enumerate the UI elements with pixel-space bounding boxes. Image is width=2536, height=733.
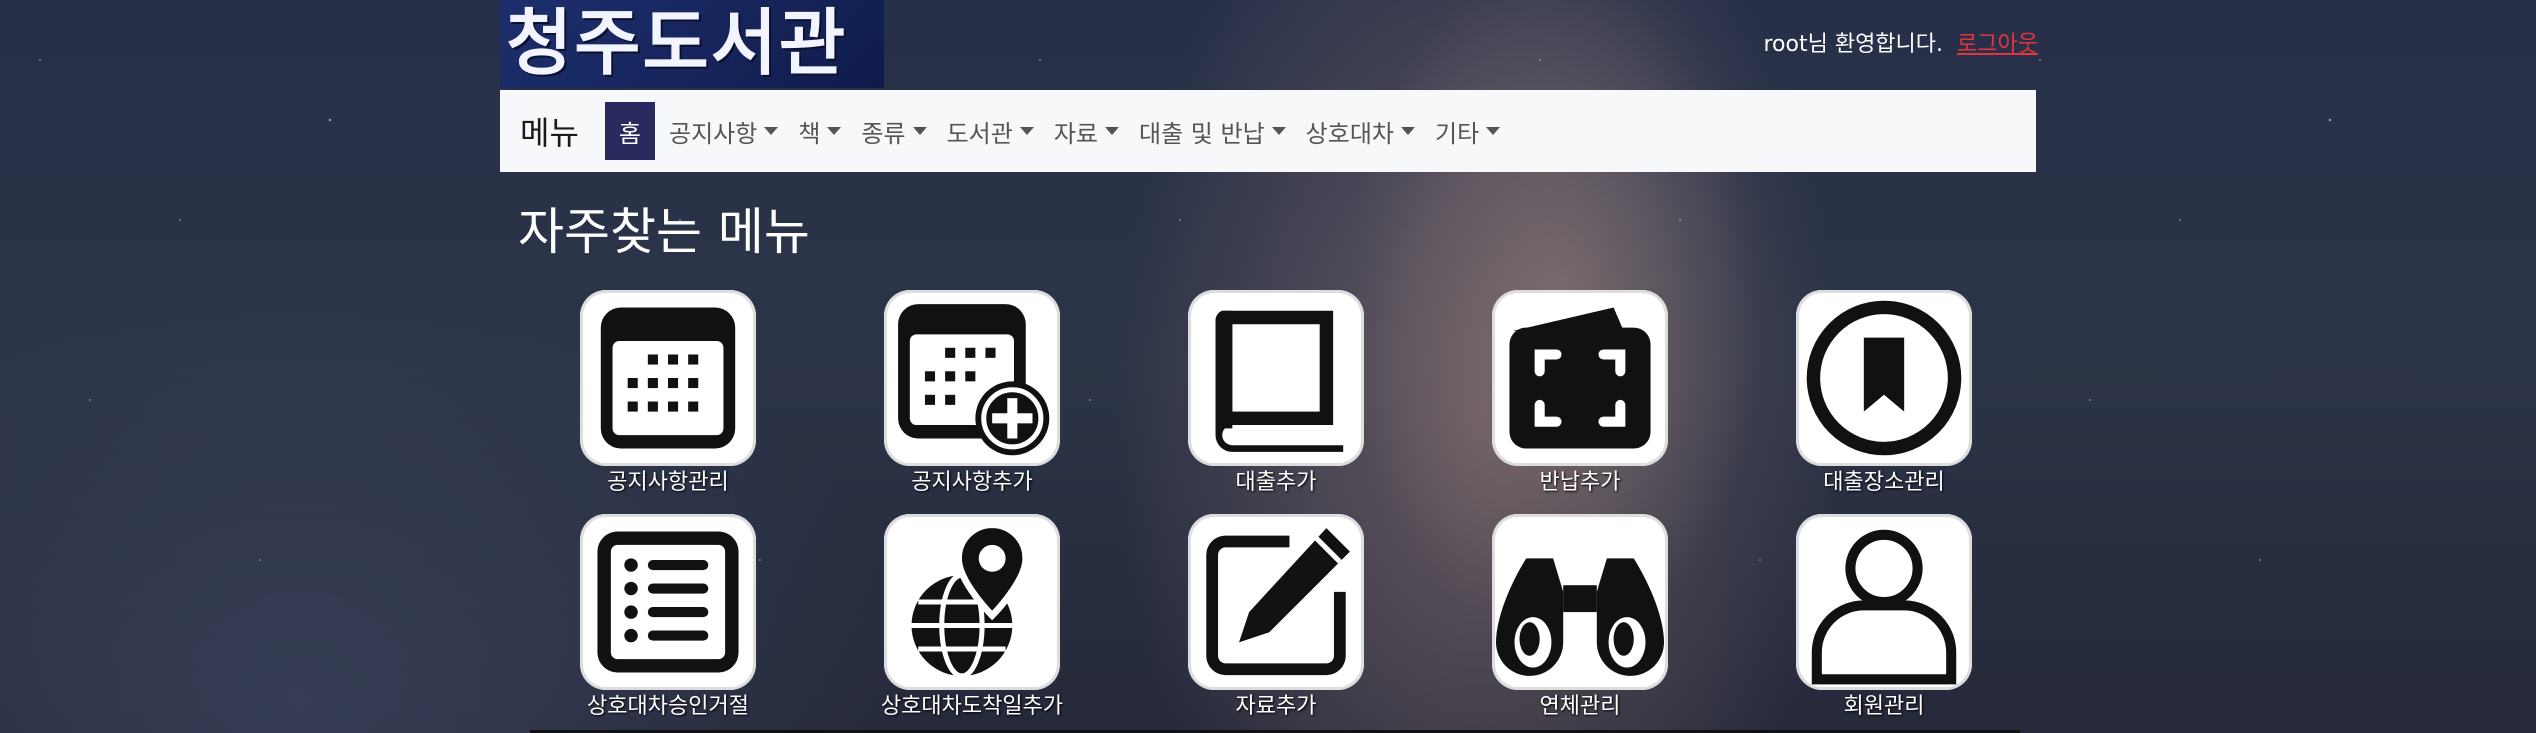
welcome-text: root님 환영합니다. — [1763, 32, 1944, 57]
nav-item-etc[interactable]: 기타 — [1425, 102, 1510, 160]
tile-label: 반납추가 — [1539, 470, 1621, 495]
nav-label: 기타 — [1435, 119, 1480, 148]
calendar-icon — [600, 307, 736, 449]
tile-ill-approve-reject[interactable]: 상호대차승인거절 — [516, 514, 820, 720]
nav-label: 책 — [798, 119, 821, 148]
nav-label: 종류 — [861, 119, 906, 148]
tile-notice-add[interactable]: 공지사항추가 — [820, 290, 1124, 496]
navbar-brand[interactable]: 메뉴 — [520, 108, 579, 154]
book-icon — [1215, 310, 1344, 452]
wallet-scan-icon — [1509, 307, 1651, 449]
globe-pin-icon — [911, 521, 1030, 679]
nav-label: 도서관 — [946, 119, 1013, 148]
nav-item-home[interactable]: 홈 — [604, 102, 655, 160]
nav-item-interlibrary-loan[interactable]: 상호대차 — [1296, 102, 1425, 160]
page-container: 청주도서관 root님 환영합니다. 로그아웃 메뉴 홈 공지사항 책 종류 도서… — [500, 0, 2038, 733]
tile-button[interactable] — [884, 514, 1060, 690]
nav-label: 공지사항 — [668, 119, 758, 148]
caret-down-icon — [1486, 127, 1501, 135]
tile-button[interactable] — [1188, 290, 1364, 466]
nav-item-notice[interactable]: 공지사항 — [659, 102, 788, 160]
nav-item-library[interactable]: 도서관 — [937, 102, 1044, 160]
nav-label: 대출 및 반납 — [1139, 119, 1265, 148]
tile-button[interactable] — [580, 290, 756, 466]
tile-button[interactable] — [580, 514, 756, 690]
library-logo[interactable]: 청주도서관 — [500, 0, 884, 88]
caret-down-icon — [1019, 127, 1034, 135]
tile-label: 대출추가 — [1235, 470, 1317, 495]
quick-menu-title: 자주찾는 메뉴 — [518, 203, 810, 261]
caret-down-icon — [1105, 127, 1119, 135]
edit-icon — [1206, 528, 1350, 676]
tile-label: 연체관리 — [1539, 694, 1621, 719]
tile-ill-arrival-add[interactable]: 상호대차도착일추가 — [820, 514, 1124, 720]
caret-down-icon — [1271, 127, 1286, 135]
welcome-area: root님 환영합니다. 로그아웃 — [1763, 26, 2038, 58]
tile-return-add[interactable]: 반납추가 — [1428, 290, 1732, 496]
tile-notice-manage[interactable]: 공지사항관리 — [516, 290, 820, 496]
tile-label: 공지사항추가 — [911, 470, 1033, 495]
tile-button[interactable] — [884, 290, 1060, 466]
tile-material-add[interactable]: 자료추가 — [1124, 514, 1428, 720]
tile-button[interactable] — [1492, 290, 1668, 466]
calendar-add-icon — [898, 304, 1050, 456]
caret-down-icon — [827, 127, 842, 135]
nav-item-material[interactable]: 자료 — [1044, 102, 1129, 160]
nav-label: 홈 — [618, 119, 641, 148]
caret-down-icon — [764, 127, 779, 135]
tile-label: 상호대차승인거절 — [587, 694, 749, 719]
caret-down-icon — [1401, 127, 1415, 135]
nav-label: 자료 — [1053, 119, 1098, 148]
nav-item-type[interactable]: 종류 — [851, 102, 936, 160]
user-icon — [1811, 529, 1957, 685]
logout-link[interactable]: 로그아웃 — [1957, 32, 2038, 57]
nav-item-book[interactable]: 책 — [788, 102, 851, 160]
tile-loan-place-manage[interactable]: 대출장소관리 — [1732, 290, 2036, 496]
nav-item-loan-return[interactable]: 대출 및 반납 — [1129, 102, 1296, 160]
tile-button[interactable] — [1796, 514, 1972, 690]
binoculars-icon — [1496, 558, 1664, 676]
tile-label: 대출장소관리 — [1823, 470, 1945, 495]
list-icon — [597, 531, 739, 673]
tile-label: 자료추가 — [1235, 694, 1317, 719]
tile-label: 회원관리 — [1843, 694, 1925, 719]
tile-button[interactable] — [1188, 514, 1364, 690]
tile-button[interactable] — [1492, 514, 1668, 690]
tile-member-manage[interactable]: 회원관리 — [1732, 514, 2036, 720]
nav-label: 상호대차 — [1305, 119, 1394, 148]
tile-label: 공지사항관리 — [607, 470, 729, 495]
tile-label: 상호대차도착일추가 — [880, 694, 1064, 719]
bookmark-circle-icon — [1806, 300, 1962, 456]
tile-button[interactable] — [1796, 290, 1972, 466]
tile-overdue-manage[interactable]: 연체관리 — [1428, 514, 1732, 720]
tile-loan-add[interactable]: 대출추가 — [1124, 290, 1428, 496]
caret-down-icon — [912, 127, 927, 135]
main-navbar: 메뉴 홈 공지사항 책 종류 도서관 자료 대출 및 반납 상호대차 기타 — [500, 90, 2036, 172]
